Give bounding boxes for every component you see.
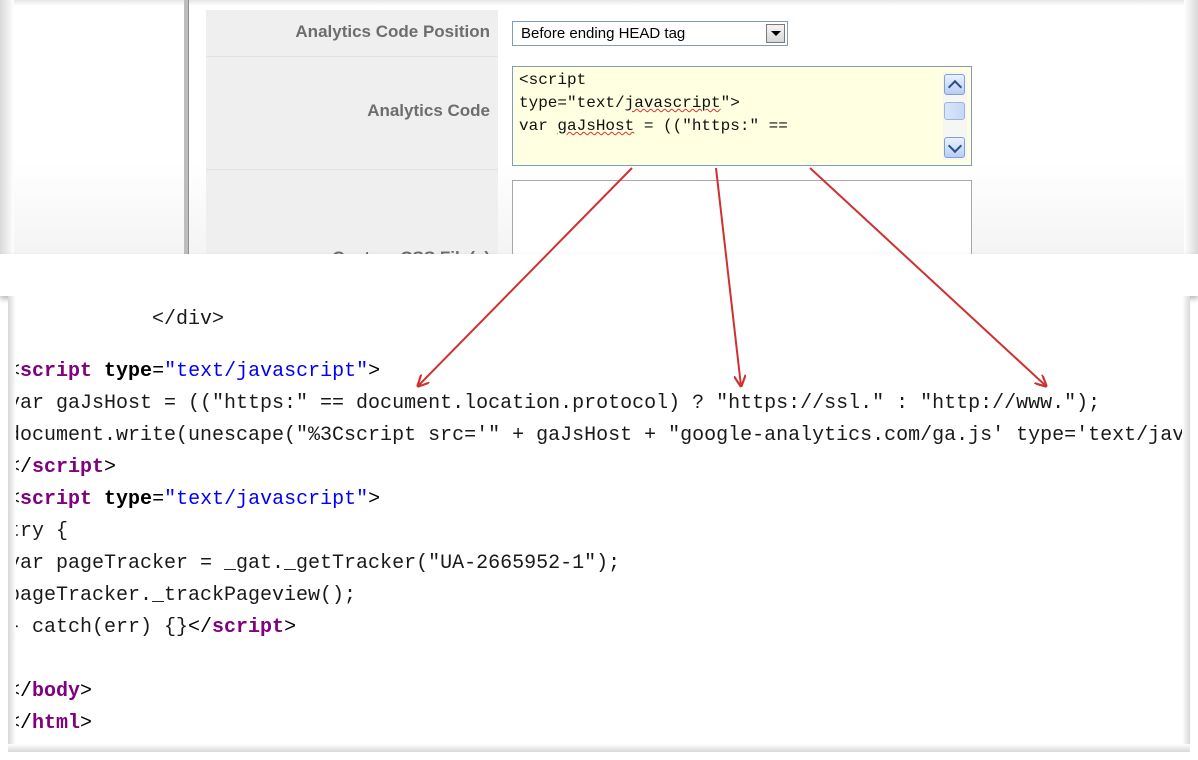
arrow-2	[715, 167, 741, 386]
annotation-arrows	[0, 167, 1198, 760]
arrow-1	[418, 167, 633, 386]
arrow-3	[809, 167, 1046, 386]
